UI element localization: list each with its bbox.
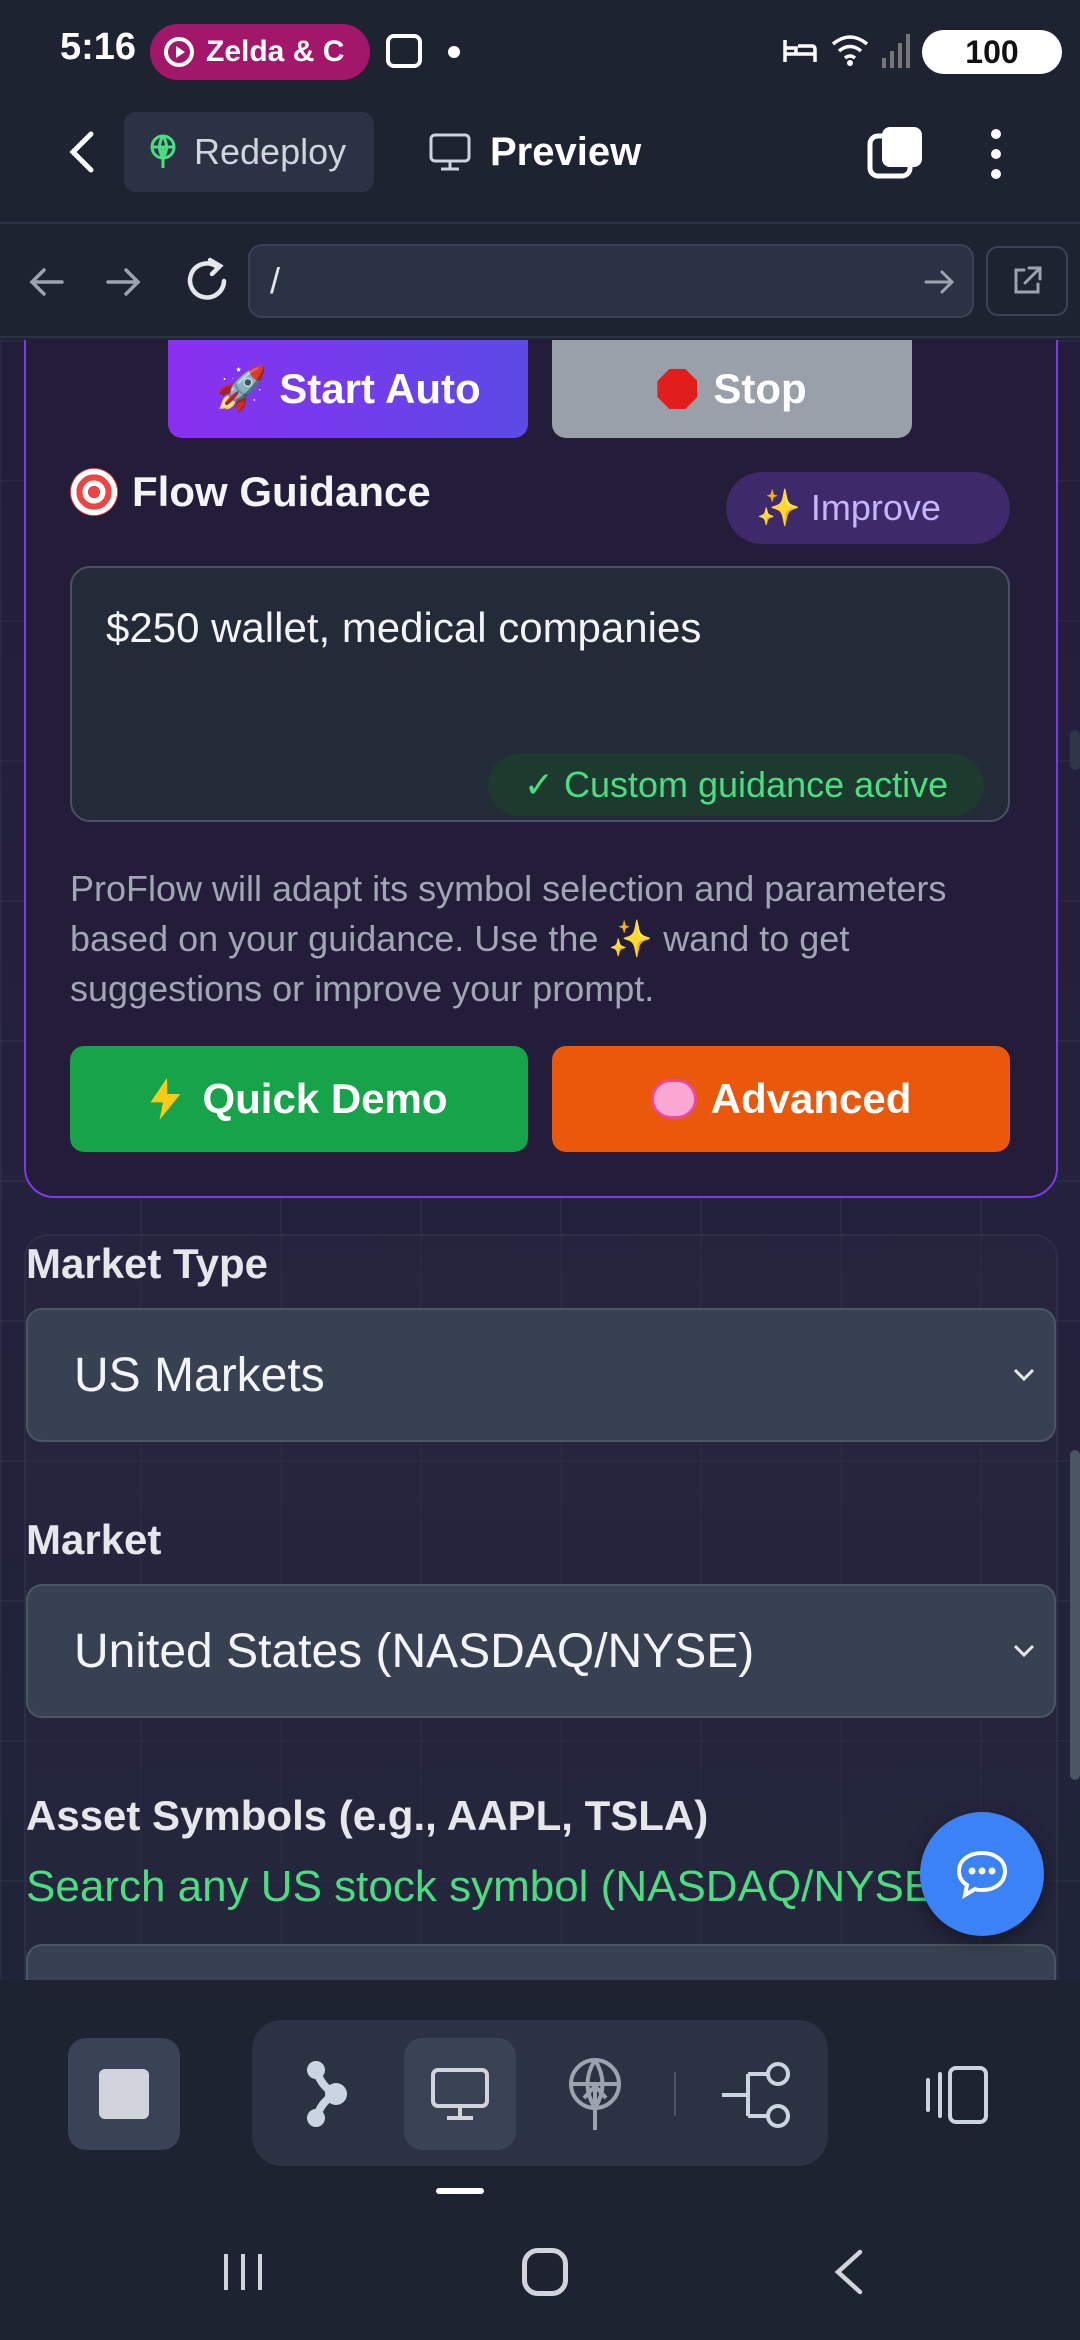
battery-indicator: 100 (922, 30, 1062, 74)
url-input[interactable]: / (248, 244, 974, 318)
brain-icon (650, 1079, 697, 1119)
advanced-label: Advanced (710, 1075, 912, 1122)
agent-icon[interactable] (290, 2058, 364, 2132)
wifi-icon (831, 35, 869, 66)
more-options-icon[interactable] (980, 124, 1012, 184)
asset-symbols-hint: Search any US stock symbol (NASDAQ/NYSE) (26, 1862, 948, 1911)
guidance-value: $250 wallet, medical companies (106, 604, 702, 651)
workflow-icon[interactable] (718, 2060, 798, 2130)
chevron-down-icon (1013, 1368, 1035, 1382)
preview-tab[interactable]: Preview (428, 112, 641, 192)
home-button-icon[interactable] (522, 2248, 568, 2296)
guidance-help-text: ProFlow will adapt its symbol selection … (70, 868, 947, 1009)
open-external-button[interactable] (986, 246, 1068, 316)
notification-dot-icon (448, 46, 460, 58)
chat-bubble-icon (956, 1850, 1008, 1899)
screenshot-icon (386, 34, 422, 68)
start-auto-button[interactable]: 🚀 Start Auto (168, 340, 528, 438)
custom-guidance-badge: ✓ Custom guidance active (488, 754, 984, 816)
scrollbar-track-mark (1070, 730, 1080, 770)
media-playing-chip[interactable]: Zelda & C (150, 24, 370, 80)
quick-demo-button[interactable]: Quick Demo (70, 1046, 528, 1152)
target-icon (70, 468, 118, 516)
media-chip-label: Zelda & C (206, 35, 345, 68)
stop-button[interactable]: Stop (552, 340, 912, 438)
signal-strength-icon (882, 34, 910, 68)
redeploy-label: Redeploy (194, 131, 347, 172)
play-icon (164, 37, 194, 67)
preview-tool-button[interactable] (404, 2038, 516, 2150)
advanced-button[interactable]: Advanced (552, 1046, 1010, 1152)
market-select[interactable]: United States (NASDAQ/NYSE) (26, 1584, 1056, 1718)
recent-apps-icon[interactable] (220, 2252, 266, 2292)
deploy-antenna-icon (150, 134, 176, 168)
chat-button[interactable] (920, 1812, 1044, 1936)
sleep-mode-icon (783, 40, 817, 62)
toolbar-divider (674, 2072, 676, 2116)
flow-guidance-title-text: Flow Guidance (132, 468, 431, 515)
quick-demo-label: Quick Demo (202, 1075, 448, 1122)
web-preview-content: 🚀 Start Auto Stop Flow Guidance ✨ Improv… (0, 340, 1080, 1980)
chevron-left-icon (69, 131, 94, 173)
preview-label: Preview (490, 129, 642, 174)
stop-label: Stop (713, 365, 807, 412)
market-type-label: Market Type (26, 1240, 268, 1287)
monitor-icon (431, 2068, 489, 2120)
status-clock: 5:16 (60, 26, 137, 68)
system-back-icon[interactable] (830, 2248, 866, 2296)
redeploy-button[interactable]: Redeploy (124, 112, 374, 192)
asset-symbols-input[interactable] (26, 1944, 1056, 1980)
stop-sign-icon (657, 369, 698, 409)
market-value: United States (NASDAQ/NYSE) (74, 1624, 755, 1678)
back-button[interactable] (54, 124, 110, 180)
deploy-antenna-icon[interactable] (558, 2056, 632, 2132)
panels-icon[interactable] (922, 2064, 992, 2126)
stop-square-icon (99, 2069, 149, 2119)
reload-icon[interactable] (180, 254, 234, 308)
stop-run-button[interactable] (68, 2038, 180, 2150)
page-scrollbar[interactable] (1070, 1450, 1080, 1780)
arrow-right-icon[interactable] (100, 258, 148, 306)
asset-symbols-label: Asset Symbols (e.g., AAPL, TSLA) (26, 1792, 709, 1839)
market-type-value: US Markets (74, 1348, 325, 1402)
tabs-switcher-icon[interactable] (866, 124, 926, 180)
market-label: Market (26, 1516, 162, 1563)
lightning-icon (150, 1078, 181, 1120)
flow-guidance-title: Flow Guidance (70, 468, 431, 516)
external-link-icon (1014, 266, 1042, 294)
chevron-down-icon (1013, 1644, 1035, 1658)
improve-button[interactable]: ✨ Improve (726, 472, 1010, 544)
go-arrow-icon[interactable] (920, 262, 960, 302)
arrow-left-icon[interactable] (22, 258, 70, 306)
market-type-select[interactable]: US Markets (26, 1308, 1056, 1442)
monitor-icon (429, 133, 471, 171)
